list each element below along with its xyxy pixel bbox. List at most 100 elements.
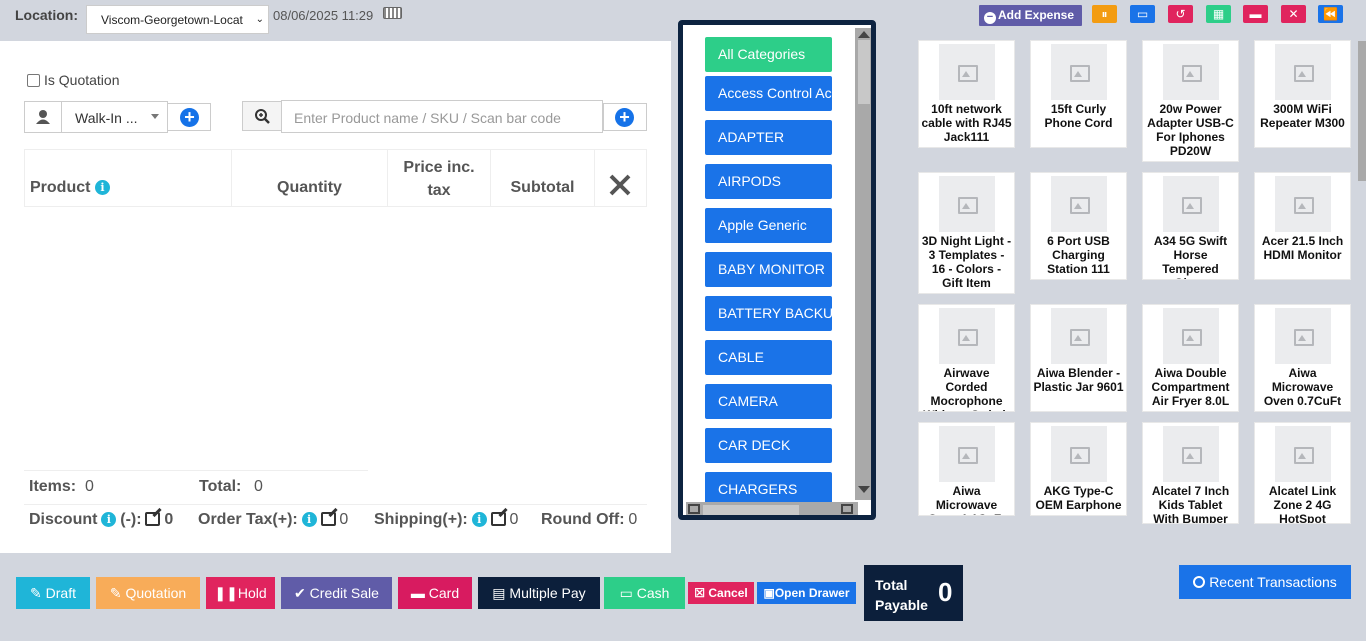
scrollbar-thumb[interactable] xyxy=(703,505,799,515)
product-card[interactable]: AKG Type-C OEM Earphone xyxy=(1030,422,1127,516)
product-name: 15ft Curly Phone Cord xyxy=(1044,102,1113,130)
edit-icon[interactable] xyxy=(490,512,506,526)
scroll-down-icon[interactable] xyxy=(858,486,870,493)
order-tax-label: Order Tax(+): xyxy=(198,511,298,528)
product-search-input[interactable]: Enter Product name / SKU / Scan bar code xyxy=(281,100,603,133)
recent-transactions-button[interactable]: Recent Transactions xyxy=(1179,565,1351,599)
edit-icon: ✎ xyxy=(30,585,42,601)
close-window-icon: ✕ xyxy=(1288,7,1299,21)
category-button[interactable]: CABLE xyxy=(705,340,832,375)
pause-button[interactable]: ⏸ xyxy=(1092,5,1117,23)
order-tax-row: Order Tax(+): i 0 xyxy=(198,511,348,529)
col-price-label-1: Price inc. xyxy=(403,159,475,176)
product-scrollbar[interactable] xyxy=(1358,41,1366,181)
clock-icon xyxy=(1193,576,1206,588)
image-placeholder-icon xyxy=(1162,426,1219,482)
product-card[interactable]: 10ft network cable with RJ45 Jack111 xyxy=(918,40,1015,148)
credit-sale-button[interactable]: ✔ Credit Sale xyxy=(281,577,392,609)
category-button[interactable]: Access Control Acces xyxy=(705,76,832,111)
product-card[interactable]: 3D Night Light - 3 Templates - 16 - Colo… xyxy=(918,172,1015,294)
product-card[interactable]: Aiwa Microwave Oven 0.7CuFt xyxy=(1254,304,1351,412)
edit-icon[interactable] xyxy=(320,512,336,526)
draft-button[interactable]: ✎ Draft xyxy=(16,577,90,609)
order-tax-value: 0 xyxy=(339,511,349,528)
add-customer-button[interactable]: + xyxy=(167,103,211,131)
product-card[interactable]: 300M WiFi Repeater M300 xyxy=(1254,40,1351,148)
product-card[interactable]: 15ft Curly Phone Cord xyxy=(1030,40,1127,148)
shipping-value: 0 xyxy=(509,511,519,528)
items-label: Items: xyxy=(29,478,77,495)
product-card[interactable]: Aiwa Microwave Oven 1.1CuFt xyxy=(918,422,1015,516)
product-name: 10ft network cable with RJ45 Jack111 xyxy=(921,102,1012,144)
quotation-button[interactable]: ✎ Quotation xyxy=(96,577,200,609)
image-placeholder-icon xyxy=(1050,176,1107,232)
location-value: Viscom-Georgetown-Locat xyxy=(101,13,243,27)
multiple-pay-label: Multiple Pay xyxy=(509,585,586,601)
col-product: Product i xyxy=(25,150,232,206)
info-icon[interactable]: i xyxy=(471,512,487,527)
is-quotation-checkbox[interactable] xyxy=(27,74,40,87)
customer-select[interactable]: Walk-In ... xyxy=(61,101,168,133)
scroll-right-icon[interactable] xyxy=(841,504,853,514)
product-card[interactable]: Acer 21.5 Inch HDMI Monitor xyxy=(1254,172,1351,280)
cash-button[interactable]: ▭ Cash xyxy=(604,577,685,609)
category-button[interactable]: BABY MONITOR xyxy=(705,252,832,287)
multiple-pay-button[interactable]: ▤ Multiple Pay xyxy=(478,577,600,609)
briefcase-button[interactable]: ▬ xyxy=(1243,5,1268,23)
col-price-label-2: tax xyxy=(427,182,451,199)
category-button[interactable]: AIRPODS xyxy=(705,164,832,199)
location-select[interactable]: Viscom-Georgetown-Locat ⌄ xyxy=(86,5,269,34)
info-icon[interactable]: i xyxy=(301,512,317,527)
keyboard-icon[interactable] xyxy=(383,7,402,19)
category-button[interactable]: CAR DECK xyxy=(705,428,832,463)
product-name: Aiwa Blender - Plastic Jar 9601 xyxy=(1033,366,1124,394)
product-card[interactable]: Airwave Corded Mocrophone Without Switch xyxy=(918,304,1015,412)
scroll-left-icon[interactable] xyxy=(688,504,700,514)
rewind-button[interactable]: ⏪ xyxy=(1318,5,1343,23)
is-quotation-label: Is Quotation xyxy=(44,72,120,88)
scroll-up-icon[interactable] xyxy=(858,31,870,38)
close-window-button[interactable]: ✕ xyxy=(1281,5,1306,23)
customer-value: Walk-In ... xyxy=(75,110,138,126)
cart-table-header: Product i Quantity Price inc. tax Subtot… xyxy=(24,149,647,207)
card-label: Card xyxy=(428,585,460,601)
category-button[interactable]: ADAPTER xyxy=(705,120,832,155)
close-icon[interactable] xyxy=(595,150,647,206)
total-label: Total: xyxy=(199,478,242,495)
rewind-icon: ⏪ xyxy=(1323,7,1338,21)
cancel-button[interactable]: ☒ Cancel xyxy=(688,582,754,604)
product-card[interactable]: Alcatel 7 Inch Kids Tablet With Bumper C… xyxy=(1142,422,1239,524)
add-expense-button[interactable]: − Add Expense xyxy=(979,5,1082,26)
product-card[interactable]: A34 5G Swift Horse Tempered Glass xyxy=(1142,172,1239,280)
edit-icon[interactable] xyxy=(145,512,161,526)
product-card[interactable]: Aiwa Blender - Plastic Jar 9601 xyxy=(1030,304,1127,412)
scrollbar-thumb[interactable] xyxy=(858,40,870,104)
minus-circle-icon: − xyxy=(984,12,996,24)
info-icon[interactable]: i xyxy=(101,512,117,527)
calculator-button[interactable]: ▦ xyxy=(1206,5,1231,23)
category-button[interactable]: All Categories xyxy=(705,37,832,72)
product-name: A34 5G Swift Horse Tempered Glass xyxy=(1153,234,1228,279)
open-drawer-button[interactable]: ▣Open Drawer xyxy=(757,582,856,604)
category-button[interactable]: Apple Generic xyxy=(705,208,832,243)
hold-label: Hold xyxy=(237,585,267,601)
category-button[interactable]: CAMERA xyxy=(705,384,832,419)
category-button[interactable]: BATTERY BACKUP xyxy=(705,296,832,331)
image-placeholder-icon xyxy=(1162,176,1219,232)
product-card[interactable]: Aiwa Double Compartment Air Fryer 8.0L xyxy=(1142,304,1239,412)
undo-icon: ↺ xyxy=(1175,7,1186,21)
product-card[interactable]: 6 Port USB Charging Station 111 xyxy=(1030,172,1127,280)
undo-button[interactable]: ↺ xyxy=(1168,5,1193,23)
briefcase-icon: ▬ xyxy=(1249,7,1262,21)
card-button[interactable]: ▬ Card xyxy=(398,577,472,609)
col-remove xyxy=(595,150,647,206)
add-product-button[interactable]: + xyxy=(603,103,647,131)
window-button[interactable]: ▭ xyxy=(1130,5,1155,23)
draft-label: Draft xyxy=(45,585,76,601)
hold-button[interactable]: ❚❚Hold xyxy=(206,577,275,609)
credit-card-icon: ▬ xyxy=(410,585,425,601)
product-card[interactable]: 20w Power Adapter USB-C For Iphones PD20… xyxy=(1142,40,1239,162)
product-card[interactable]: Alcatel Link Zone 2 4G HotSpot (Pocket xyxy=(1254,422,1351,524)
info-icon[interactable]: i xyxy=(94,180,110,195)
image-placeholder-icon xyxy=(938,308,995,364)
